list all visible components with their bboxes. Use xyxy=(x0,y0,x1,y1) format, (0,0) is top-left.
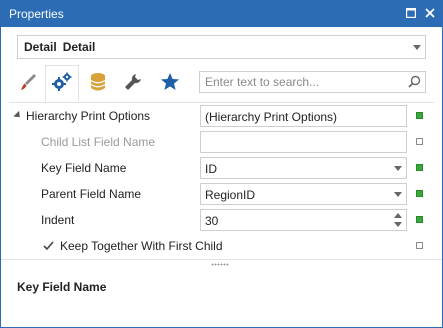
property-label: Indent xyxy=(41,213,75,227)
spin-down-icon[interactable] xyxy=(394,222,402,227)
property-label: Parent Field Name xyxy=(41,187,142,201)
property-marker-icon[interactable] xyxy=(416,138,423,145)
property-marker-icon[interactable] xyxy=(416,190,423,197)
selected-component-name: Detail xyxy=(24,40,57,54)
component-selector[interactable]: Detail Detail xyxy=(17,35,426,59)
search-box[interactable] xyxy=(199,71,426,93)
tab-favorites[interactable] xyxy=(153,65,187,101)
tab-behavior[interactable] xyxy=(45,65,79,101)
search-input[interactable] xyxy=(200,72,400,92)
description-splitter[interactable] xyxy=(1,259,442,267)
property-value-dropdown[interactable]: RegionID xyxy=(200,183,407,205)
properties-window: Properties Detail Detail Enter text to s… xyxy=(0,0,443,328)
property-label: Child List Field Name xyxy=(41,135,156,149)
property-row-parent-field-name[interactable]: Parent Field Name RegionID xyxy=(9,181,434,207)
property-marker-icon[interactable] xyxy=(416,112,423,119)
restore-icon[interactable] xyxy=(403,5,419,21)
property-label: Keep Together With First Child xyxy=(60,239,223,253)
selector-text: Detail Detail xyxy=(24,40,95,54)
chevron-down-icon[interactable] xyxy=(394,166,402,171)
property-value-dropdown[interactable]: ID xyxy=(200,157,407,179)
property-value: 30 xyxy=(205,214,219,228)
property-row-indent[interactable]: Indent 30 xyxy=(9,207,434,233)
property-row-child-list-field-name[interactable]: Child List Field Name xyxy=(9,129,434,155)
property-value: RegionID xyxy=(205,188,256,202)
tab-appearance[interactable] xyxy=(11,65,45,101)
star-icon xyxy=(160,72,180,95)
property-value-editor[interactable] xyxy=(200,131,407,153)
search-icon[interactable] xyxy=(408,75,421,91)
description-panel: Key Field Name xyxy=(1,267,442,327)
property-tabs-toolbar xyxy=(1,63,442,101)
property-marker-icon[interactable] xyxy=(416,216,423,223)
expand-collapse-icon[interactable] xyxy=(13,110,23,121)
spin-up-icon[interactable] xyxy=(394,213,402,218)
property-label: Hierarchy Print Options xyxy=(26,109,151,123)
database-icon xyxy=(89,72,107,95)
property-marker-icon[interactable] xyxy=(416,242,423,249)
property-grid: Hierarchy Print Options (Hierarchy Print… xyxy=(9,102,434,258)
gears-icon xyxy=(51,71,73,96)
property-label: Key Field Name xyxy=(41,161,127,175)
description-title: Key Field Name xyxy=(17,280,107,294)
tab-misc[interactable] xyxy=(116,65,150,101)
tab-data[interactable] xyxy=(81,65,115,101)
property-value-editor[interactable]: (Hierarchy Print Options) xyxy=(200,105,407,127)
splitter-grip-icon[interactable] xyxy=(211,263,229,266)
chevron-down-icon[interactable] xyxy=(413,45,421,50)
title-bar[interactable]: Properties xyxy=(1,1,442,27)
property-row-keep-together[interactable]: Keep Together With First Child xyxy=(9,233,434,259)
checkbox-checked-icon[interactable] xyxy=(42,239,55,252)
close-icon[interactable] xyxy=(422,5,438,21)
property-row-hierarchy-print-options[interactable]: Hierarchy Print Options (Hierarchy Print… xyxy=(9,103,434,129)
property-row-key-field-name[interactable]: Key Field Name ID xyxy=(9,155,434,181)
window-title: Properties xyxy=(9,7,64,21)
property-value: (Hierarchy Print Options) xyxy=(205,110,338,124)
brush-icon xyxy=(18,72,38,95)
selected-component-type: Detail xyxy=(62,40,96,54)
property-value-spinner[interactable]: 30 xyxy=(200,209,407,231)
property-marker-icon[interactable] xyxy=(416,164,423,171)
wrench-icon xyxy=(123,72,143,95)
chevron-down-icon[interactable] xyxy=(394,192,402,197)
property-value: ID xyxy=(205,162,217,176)
